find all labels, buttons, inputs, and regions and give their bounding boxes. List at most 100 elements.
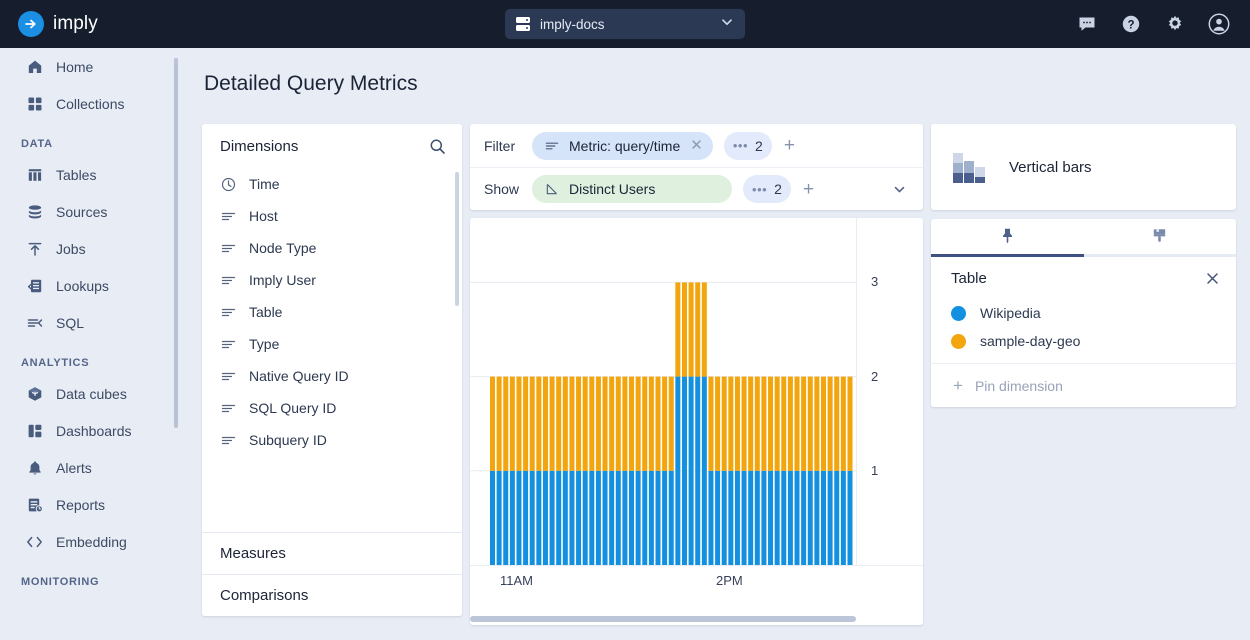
add-show-button[interactable]: + [803,180,814,199]
string-icon [220,432,236,448]
dimension-item-table[interactable]: Table [202,296,462,328]
filter-chip-metric-query-time[interactable]: Metric: query/time ✕ [532,131,713,160]
string-icon [220,336,236,352]
measures-section[interactable]: Measures [202,532,462,574]
imply-logo-icon [18,11,44,37]
dimension-item-imply-user[interactable]: Imply User [202,264,462,296]
y-axis: 3 2 1 [856,218,923,566]
plus-icon: + [953,376,963,395]
legend-item-sample-day-geo[interactable]: sample-day-geo [931,327,1236,355]
chart-horizontal-scrollbar[interactable] [470,616,856,622]
visualization-selector[interactable]: Vertical bars [931,124,1236,210]
dimension-label: Imply User [249,272,316,288]
sidebar-item-embedding[interactable]: Embedding [0,523,180,560]
dimensions-header: Dimensions [202,124,462,168]
string-icon [544,138,559,153]
dimension-item-host[interactable]: Host [202,200,462,232]
sidebar-item-dashboards[interactable]: Dashboards [0,412,180,449]
sidebar-item-reports[interactable]: Reports [0,486,180,523]
sidebar-item-lookups[interactable]: Lookups [0,267,180,304]
string-icon [220,304,236,320]
filter-count-chip[interactable]: ••• 2 [723,131,772,160]
filter-row: Filter Metric: query/time ✕ ••• 2 + [470,124,923,167]
pin-dimension-button[interactable]: + Pin dimension [931,363,1236,407]
account-icon[interactable] [1208,13,1230,35]
sidebar-item-sql[interactable]: SQL [0,304,180,341]
sidebar-item-alerts[interactable]: Alerts [0,449,180,486]
search-icon[interactable] [429,138,446,155]
center-column: Filter Metric: query/time ✕ ••• 2 + Show… [470,124,923,625]
app-root: imply imply-docs ? Home Collections DATA… [0,0,1250,640]
dimension-item-time[interactable]: Time [202,168,462,200]
sidebar-scrollbar[interactable] [174,58,178,428]
sidebar-label: Dashboards [56,422,132,439]
vertical-bars-icon [953,151,987,183]
y-tick-1: 1 [871,463,879,478]
panel-title: Table [951,269,987,287]
sidebar-label: Data cubes [56,385,127,402]
cube-icon [26,385,43,402]
show-count-chip[interactable]: ••• 2 [743,175,791,203]
more-icon: ••• [732,138,748,153]
show-chip-distinct-users[interactable]: Distinct Users [532,175,732,203]
brand-logo[interactable]: imply [0,11,180,37]
sidebar: Home Collections DATA Tables Sources Job… [0,48,180,640]
lookups-icon [26,277,43,294]
workspace: Dimensions Time Host Node Type Imply Use… [202,124,1236,625]
close-icon[interactable]: ✕ [690,138,705,153]
sidebar-section-analytics: ANALYTICS [21,357,90,369]
dashboard-icon [26,422,43,439]
sidebar-label: Sources [56,203,108,220]
chat-icon[interactable] [1076,13,1098,35]
dimension-item-subquery-id[interactable]: Subquery ID [202,424,462,456]
dimension-item-node-type[interactable]: Node Type [202,232,462,264]
x-axis-labels: 11AM 2PM [470,566,856,596]
visualization-label: Vertical bars [1009,158,1092,176]
dimension-item-type[interactable]: Type [202,328,462,360]
sidebar-item-data-cubes[interactable]: Data cubes [0,375,180,412]
sidebar-section-monitoring: MONITORING [21,576,100,588]
filter-count: 2 [755,137,763,154]
bar-chart[interactable] [470,218,856,618]
dimensions-footer: Measures Comparisons [202,532,462,616]
gear-icon[interactable] [1164,13,1186,35]
close-icon[interactable] [1205,271,1220,286]
sidebar-item-collections[interactable]: Collections [0,85,180,122]
legend-label: Wikipedia [980,305,1041,321]
x-tick-11am: 11AM [500,573,533,588]
sidebar-label: Lookups [56,277,109,294]
help-icon[interactable]: ? [1120,13,1142,35]
show-count: 2 [774,181,782,197]
dimension-label: SQL Query ID [249,400,337,416]
server-icon [516,17,530,31]
tab-format[interactable] [1084,219,1237,257]
sidebar-label: Alerts [56,459,92,476]
legend-item-wikipedia[interactable]: Wikipedia [931,299,1236,327]
tab-pin[interactable] [931,219,1084,257]
sidebar-item-home[interactable]: Home [0,48,180,85]
add-filter-button[interactable]: + [784,136,795,155]
sidebar-label: Reports [56,496,106,513]
cluster-selector[interactable]: imply-docs [505,9,745,39]
sidebar-item-sources[interactable]: Sources [0,193,180,230]
filter-chip-label: Metric: query/time [569,137,681,154]
dimension-label: Native Query ID [249,368,349,384]
chevron-down-icon [720,15,734,34]
active-tab-indicator [931,254,1084,257]
more-icon: ••• [752,181,768,197]
dimensions-panel: Dimensions Time Host Node Type Imply Use… [202,124,462,616]
chevron-down-icon[interactable] [892,182,907,197]
dimension-item-native-query-id[interactable]: Native Query ID [202,360,462,392]
show-row: Show Distinct Users ••• 2 + [470,167,923,210]
dimension-item-is-successful[interactable]: Is Successful [202,456,462,458]
dimension-item-sql-query-id[interactable]: SQL Query ID [202,392,462,424]
dimensions-scrollbar[interactable] [455,172,459,306]
sidebar-item-tables[interactable]: Tables [0,156,180,193]
dimensions-list[interactable]: Time Host Node Type Imply User Table Typ… [202,168,462,458]
brand-name: imply [53,13,98,34]
string-icon [220,368,236,384]
dimension-label: Table [249,304,283,320]
table-icon [26,166,43,183]
comparisons-section[interactable]: Comparisons [202,574,462,616]
sidebar-item-jobs[interactable]: Jobs [0,230,180,267]
